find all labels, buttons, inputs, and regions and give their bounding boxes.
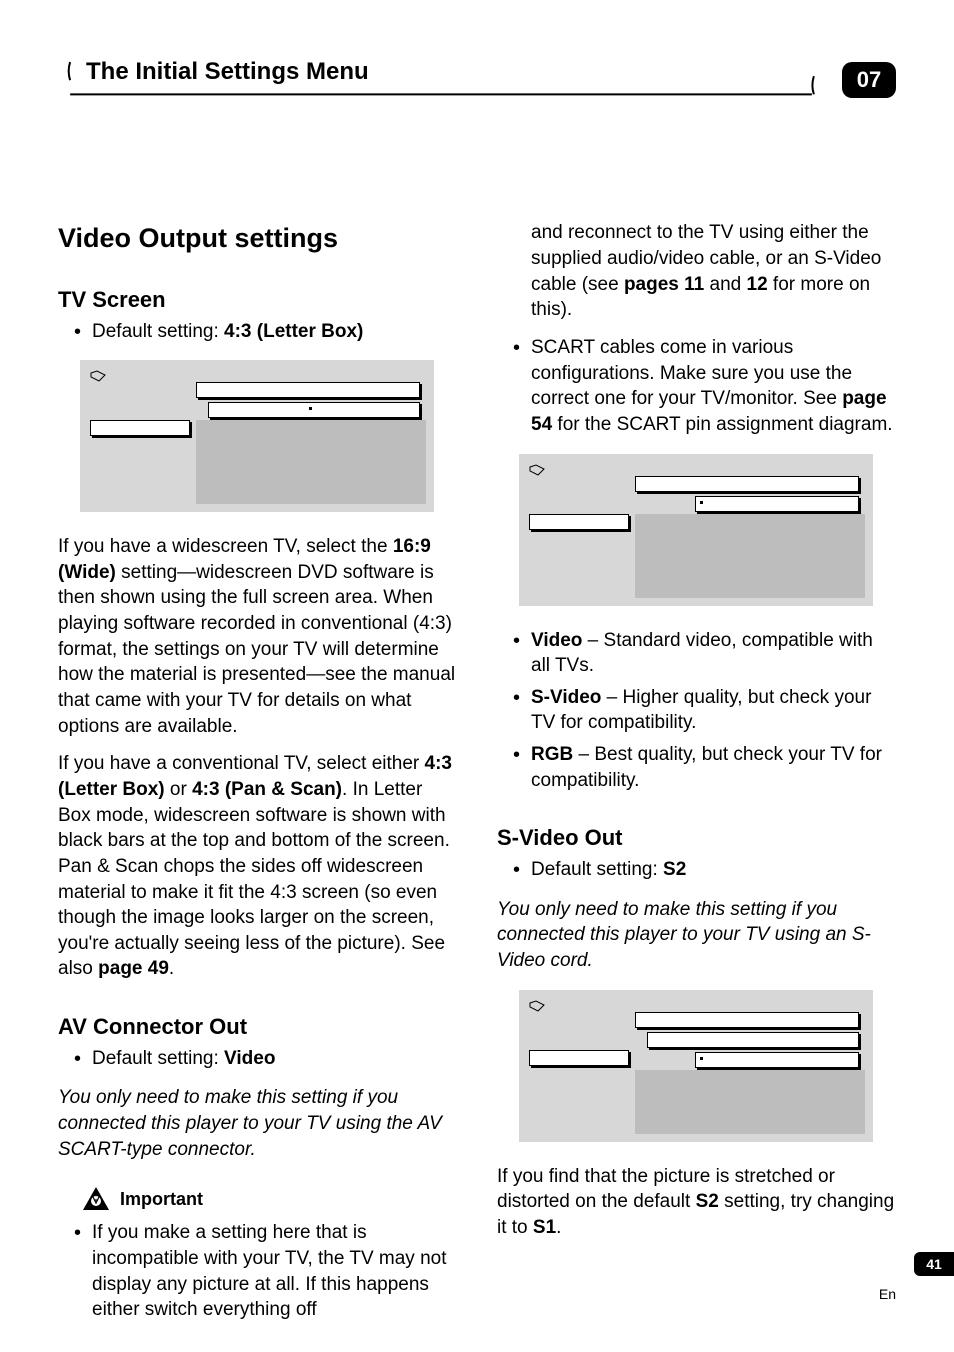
warning-icon: [82, 1186, 110, 1212]
text-bold: 4:3 (Pan & Scan): [192, 779, 342, 800]
text: for the SCART pin assignment diagram.: [552, 414, 892, 435]
default-label: Default setting:: [92, 1048, 224, 1069]
option-name: S-Video: [531, 687, 601, 708]
page-header: The Initial Settings Menu 07: [58, 60, 896, 100]
page-number-badge: 41: [914, 1252, 954, 1276]
svideo-note: You only need to make this setting if yo…: [497, 897, 896, 974]
default-value: S2: [663, 859, 686, 880]
option-video: Video – Standard video, compatible with …: [531, 628, 896, 679]
option-desc: – Best quality, but check your TV for co…: [531, 744, 882, 791]
page-ref: pages 11: [624, 274, 704, 295]
default-setting-svideo: Default setting: S2: [531, 857, 896, 883]
text: or: [165, 779, 192, 800]
continuation-paragraph: and reconnect to the TV using either the…: [497, 220, 896, 323]
tag-icon: [529, 1000, 545, 1012]
subheading-av-connector: AV Connector Out: [58, 1012, 457, 1042]
menu-screenshot-tv-screen: [80, 360, 434, 512]
option-name: Video: [531, 630, 582, 651]
text-bold: S2: [696, 1191, 719, 1212]
important-label: Important: [120, 1187, 203, 1211]
page-ref: page 49: [98, 958, 169, 979]
language-label: En: [879, 1285, 896, 1304]
text: setting—widescreen DVD software is then …: [58, 562, 455, 737]
page-ref: 12: [747, 274, 768, 295]
text: and: [704, 274, 746, 295]
text: If you have a widescreen TV, select the: [58, 536, 393, 557]
section-heading-video-output: Video Output settings: [58, 220, 457, 256]
subheading-svideo-out: S-Video Out: [497, 823, 896, 853]
subheading-tv-screen: TV Screen: [58, 285, 457, 315]
option-name: RGB: [531, 744, 573, 765]
default-setting-av-connector: Default setting: Video: [92, 1046, 457, 1072]
text: SCART cables come in various configurati…: [531, 337, 852, 409]
svideo-paragraph: If you find that the picture is stretche…: [497, 1164, 896, 1241]
av-connector-note: You only need to make this setting if yo…: [58, 1085, 457, 1162]
default-label: Default setting:: [531, 859, 663, 880]
tv-screen-paragraph-2: If you have a conventional TV, select ei…: [58, 751, 457, 982]
tag-icon: [90, 370, 106, 382]
page-title: The Initial Settings Menu: [72, 56, 369, 88]
default-label: Default setting:: [92, 321, 224, 342]
text: If you have a conventional TV, select ei…: [58, 753, 425, 774]
default-value: 4:3 (Letter Box): [224, 321, 363, 342]
tv-screen-paragraph-1: If you have a widescreen TV, select the …: [58, 534, 457, 739]
tag-icon: [529, 464, 545, 476]
text-bold: S1: [533, 1217, 556, 1238]
menu-screenshot-svideo: [519, 990, 873, 1142]
scart-bullet: SCART cables come in various configurati…: [531, 335, 896, 438]
text: .: [169, 958, 174, 979]
chapter-badge: 07: [842, 62, 896, 98]
option-svideo: S-Video – Higher quality, but check your…: [531, 685, 896, 736]
important-callout: Important: [82, 1186, 457, 1212]
left-column: Video Output settings TV Screen Default …: [58, 220, 457, 1336]
default-value: Video: [224, 1048, 275, 1069]
text: .: [556, 1217, 561, 1238]
option-desc: – Standard video, compatible with all TV…: [531, 630, 873, 677]
menu-screenshot-av-connector: [519, 454, 873, 606]
default-setting-tv-screen: Default setting: 4:3 (Letter Box): [92, 319, 457, 345]
important-bullet: If you make a setting here that is incom…: [92, 1220, 457, 1323]
text: . In Letter Box mode, widescreen softwar…: [58, 779, 450, 979]
right-column: and reconnect to the TV using either the…: [497, 220, 896, 1336]
option-rgb: RGB – Best quality, but check your TV fo…: [531, 742, 896, 793]
